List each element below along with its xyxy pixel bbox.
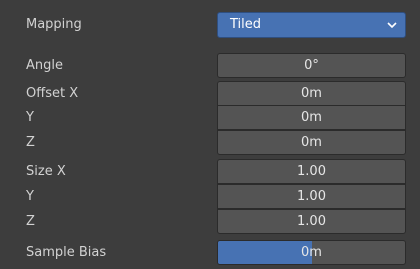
offset-y-label: Y — [26, 110, 34, 125]
sample-bias-value: 0m — [301, 245, 322, 260]
size-x-field[interactable]: 1.00 — [217, 159, 406, 184]
size-y-value: 1.00 — [297, 189, 326, 204]
offset-z-field[interactable]: 0m — [217, 130, 406, 155]
angle-value: 0° — [304, 58, 319, 73]
offset-x-field[interactable]: 0m — [217, 81, 406, 106]
texture-mapping-panel: Mapping Tiled Angle 0° Offset X 0m Y 0m … — [0, 0, 420, 269]
size-y-label: Y — [26, 189, 34, 204]
offset-z-label: Z — [26, 135, 35, 150]
angle-field[interactable]: 0° — [217, 53, 406, 78]
offset-y-field[interactable]: 0m — [217, 105, 406, 130]
sample-bias-fill — [218, 241, 312, 264]
mapping-label: Mapping — [26, 17, 82, 32]
offset-z-value: 0m — [301, 135, 322, 150]
offset-x-label: Offset X — [26, 86, 79, 101]
size-x-value: 1.00 — [297, 164, 326, 179]
size-z-field[interactable]: 1.00 — [217, 209, 406, 234]
angle-label: Angle — [26, 58, 63, 73]
size-y-field[interactable]: 1.00 — [217, 184, 406, 209]
sample-bias-label: Sample Bias — [26, 245, 107, 260]
chevron-down-icon — [385, 17, 399, 33]
size-z-label: Z — [26, 214, 35, 229]
offset-y-value: 0m — [301, 110, 322, 125]
sample-bias-slider[interactable]: 0m — [217, 240, 406, 265]
mapping-dropdown[interactable]: Tiled — [217, 12, 406, 38]
offset-x-value: 0m — [301, 86, 322, 101]
size-x-label: Size X — [26, 164, 66, 179]
mapping-selected-value: Tiled — [230, 17, 262, 32]
size-z-value: 1.00 — [297, 214, 326, 229]
